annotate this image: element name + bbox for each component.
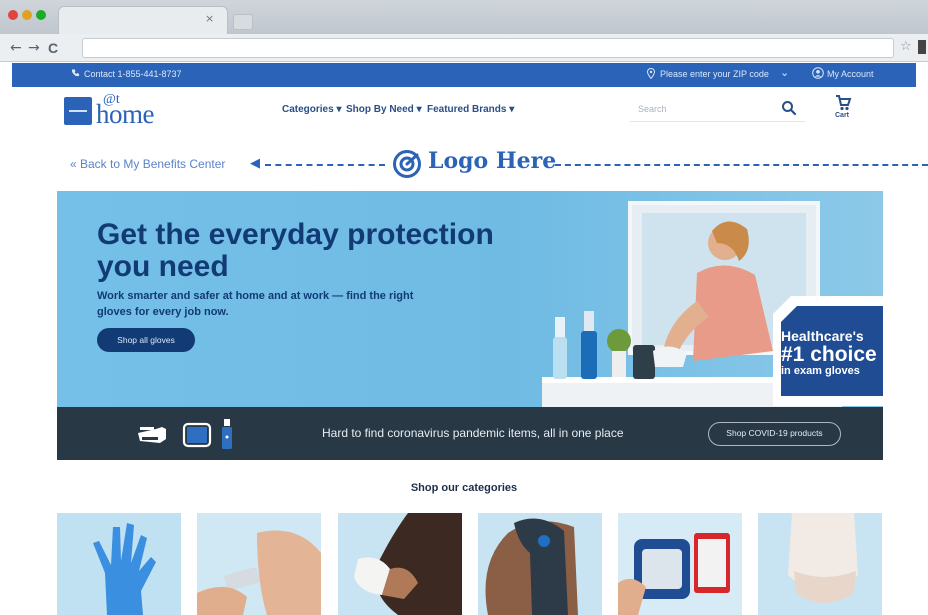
nav-featured-brands[interactable]: Featured Brands ▾ — [427, 104, 514, 115]
logo-placeholder-icon — [393, 150, 421, 178]
logo-placeholder-text: Logo Here — [428, 148, 557, 174]
browser-toolbar: ← → C ☆ — [0, 34, 928, 62]
category-card-incontinence[interactable] — [758, 513, 882, 615]
categories-heading: Shop our categories — [410, 482, 518, 494]
utility-bar: Contact 1-855-441-8737 Please enter your… — [12, 63, 916, 87]
browser-tab[interactable] — [58, 6, 228, 34]
badge-line-3: in exam gloves — [781, 365, 860, 377]
category-card-testing[interactable] — [197, 513, 321, 615]
testing-category-image — [197, 513, 321, 615]
dashed-guide-line — [265, 164, 385, 166]
glove-icon — [138, 427, 166, 443]
shop-covid-products-button[interactable]: Shop COVID-19 products — [708, 422, 841, 446]
contact-link[interactable]: Contact 1-855-441-8737 — [84, 69, 182, 79]
back-arrow-icon[interactable]: ← — [10, 39, 22, 57]
dashed-arrow-icon: ◀ — [250, 156, 260, 171]
back-to-benefits-link[interactable]: « Back to My Benefits Center — [70, 157, 225, 171]
cart-icon[interactable] — [833, 94, 853, 112]
gloves-category-image — [57, 513, 181, 615]
browser-tab-strip: × — [0, 0, 928, 34]
nav-categories[interactable]: Categories ▾ — [282, 104, 341, 115]
search-input[interactable]: Search — [638, 104, 667, 114]
close-window-button[interactable] — [8, 10, 18, 20]
category-card-respiratory[interactable] — [478, 513, 602, 615]
brand-logo-mark[interactable] — [64, 97, 92, 125]
hero-title: Get the everyday protection you need — [97, 218, 494, 283]
phone-icon — [71, 68, 80, 80]
sanitizer-icon — [222, 419, 232, 449]
covid-strip-text: Hard to find coronavirus pandemic items,… — [322, 426, 624, 440]
aed-category-image — [618, 513, 742, 615]
badge-line-2: #1 choice — [781, 343, 877, 366]
my-account-link[interactable]: My Account — [827, 69, 874, 79]
hero-banner: Get the everyday protection you need Wor… — [57, 191, 883, 407]
reload-icon[interactable]: C — [48, 39, 58, 57]
respiratory-category-image — [478, 513, 602, 615]
minimize-window-button[interactable] — [22, 10, 32, 20]
extension-icon[interactable] — [918, 40, 926, 54]
forward-arrow-icon[interactable]: → — [28, 39, 40, 57]
badge-text: Healthcare's #1 choice in exam gloves — [781, 328, 881, 378]
category-card-aed[interactable] — [618, 513, 742, 615]
search-icon[interactable] — [780, 99, 798, 117]
shop-all-gloves-button[interactable]: Shop all gloves — [97, 328, 195, 352]
chevron-down-icon[interactable]: ⌄ — [780, 66, 789, 79]
cart-label[interactable]: Cart — [835, 112, 849, 119]
covid-products-icons — [138, 419, 232, 449]
covid-products-strip: Hard to find coronavirus pandemic items,… — [57, 407, 883, 460]
brand-logo-text[interactable]: home — [96, 99, 155, 130]
category-card-gloves[interactable] — [57, 513, 181, 615]
user-icon — [812, 67, 824, 81]
tab-close-icon[interactable]: × — [205, 12, 214, 25]
mask-icon — [182, 422, 212, 448]
hero-subtitle: Work smarter and safer at home and at wo… — [97, 290, 414, 318]
maximize-window-button[interactable] — [36, 10, 46, 20]
nav-shop-by-need[interactable]: Shop By Need ▾ — [346, 104, 422, 115]
bookmark-star-icon[interactable]: ☆ — [900, 39, 912, 54]
dashed-guide-line — [555, 164, 928, 166]
badge-line-1: Healthcare's — [781, 328, 864, 344]
incontinence-category-image — [758, 513, 882, 615]
new-tab-button[interactable] — [233, 14, 253, 30]
location-pin-icon — [647, 68, 655, 81]
category-card-wound-care[interactable] — [338, 513, 462, 615]
zip-code-link[interactable]: Please enter your ZIP code — [660, 69, 769, 79]
wound-care-category-image — [338, 513, 462, 615]
address-bar[interactable] — [82, 38, 894, 58]
search-underline — [630, 121, 805, 122]
